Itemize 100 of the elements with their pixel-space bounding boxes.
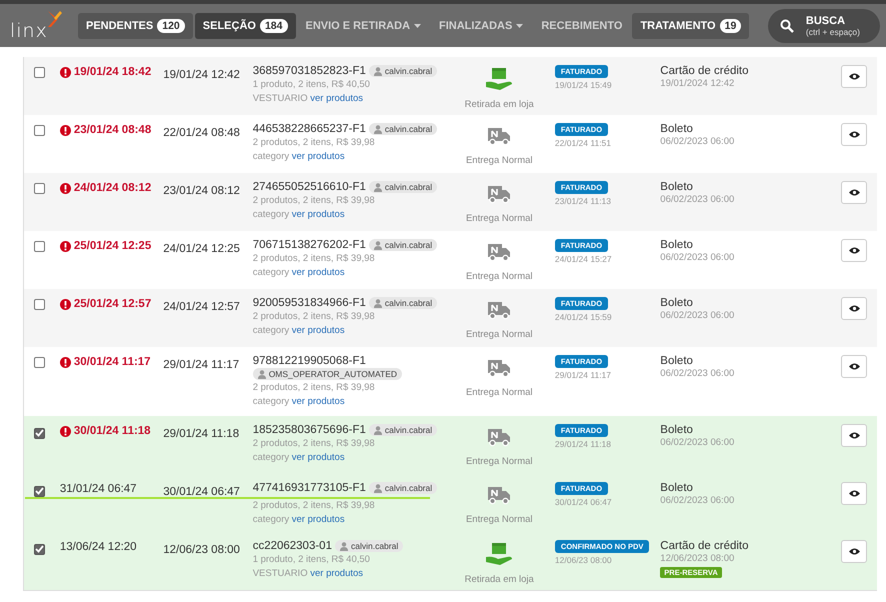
operator-tag: calvin.cabral <box>368 239 438 251</box>
checkbox[interactable] <box>34 125 45 136</box>
view-products-link[interactable]: ver produtos <box>292 514 345 525</box>
delivery-type: Retirada em loja <box>464 99 534 110</box>
checkbox[interactable] <box>34 299 45 310</box>
view-button[interactable] <box>841 540 868 563</box>
view-button[interactable] <box>841 482 868 505</box>
category-text: category <box>252 325 290 336</box>
truck-icon <box>488 358 510 378</box>
payment-date: 06/02/2023 06:00 <box>660 310 734 321</box>
checkbox[interactable] <box>34 241 45 252</box>
view-products-link[interactable]: ver produtos <box>292 452 345 463</box>
checkbox[interactable] <box>34 486 45 496</box>
view-products-link[interactable]: ver produtos <box>292 325 345 336</box>
order-number: 368597031852823-F1 <box>252 65 366 77</box>
status-time: 22/01/24 11:51 <box>554 138 612 148</box>
eye-icon <box>848 548 860 555</box>
view-button[interactable] <box>841 181 868 204</box>
operator-tag: calvin.cabral <box>368 424 438 436</box>
order-summary: 2 produtos, 2 itens, R$ 39,98 <box>252 437 376 450</box>
delivery-type: Entrega Normal <box>466 456 532 467</box>
payment-date: 06/02/2023 06:00 <box>660 368 734 379</box>
status-time: 24/01/24 15:27 <box>554 254 612 264</box>
view-products-link[interactable]: ver produtos <box>310 93 364 104</box>
view-button[interactable] <box>841 355 868 378</box>
created-date: 24/01/24 12:57 <box>163 301 240 313</box>
category-text: category <box>252 209 290 220</box>
nav-tab[interactable]: PENDENTES 120 <box>78 12 193 38</box>
eye-icon <box>848 432 860 439</box>
category-text: category <box>252 514 290 525</box>
user-icon <box>374 182 382 192</box>
checkbox[interactable] <box>34 67 45 78</box>
status-time: 19/01/24 15:49 <box>554 80 612 90</box>
deadline-text: 25/01/24 12:25 <box>74 240 152 252</box>
payment-date: 06/02/2023 06:00 <box>660 495 734 506</box>
payment-date: 19/01/2024 12:42 <box>660 78 734 89</box>
delivery-type: Entrega Normal <box>466 514 532 525</box>
category-text: VESTUARIO <box>252 568 308 579</box>
nav-tab[interactable]: SELEÇÃO 184 <box>194 12 296 38</box>
delivery-type: Entrega Normal <box>466 329 532 340</box>
order-summary: 2 produtos, 2 itens, R$ 39,98 <box>252 499 376 512</box>
view-products-link[interactable]: ver produtos <box>292 209 345 220</box>
order-number: cc22062303-01 <box>252 540 332 552</box>
order-summary: 2 produtos, 2 itens, R$ 39,98 <box>252 194 376 207</box>
deadline-text: 25/01/24 12:57 <box>74 298 152 310</box>
order-summary: 1 produto, 2 itens, R$ 40,50 <box>252 553 371 566</box>
order-summary: 2 produtos, 2 itens, R$ 39,98 <box>252 252 376 265</box>
operator-tag: calvin.cabral <box>368 123 438 135</box>
logo-mark-icon <box>46 10 62 28</box>
user-icon <box>374 298 382 308</box>
deadline-text: 13/06/24 12:20 <box>60 541 137 553</box>
checkbox[interactable] <box>34 183 45 194</box>
category-text: category <box>252 452 290 463</box>
created-date: 19/01/24 12:42 <box>163 69 240 81</box>
payment-method: Boleto <box>660 482 693 494</box>
checkbox[interactable] <box>34 428 45 438</box>
checkbox[interactable] <box>34 357 45 368</box>
delivery-type: Entrega Normal <box>466 213 532 224</box>
delivery-type: Entrega Normal <box>466 387 532 398</box>
operator-tag: calvin.cabral <box>368 297 438 309</box>
order-summary: 2 produtos, 2 itens, R$ 39,98 <box>252 136 376 149</box>
created-date: 30/01/24 06:47 <box>163 486 240 498</box>
view-button[interactable] <box>841 123 868 146</box>
payment-method: Cartão de crédito <box>660 65 749 77</box>
nav-tab[interactable]: TRATAMENTO 19 <box>632 12 750 38</box>
status-time: 23/01/24 11:13 <box>554 196 612 206</box>
delivery-type: Retirada em loja <box>464 574 534 585</box>
payment-method: Boleto <box>660 181 693 193</box>
view-products-link[interactable]: ver produtos <box>292 267 345 278</box>
created-date: 23/01/24 08:12 <box>163 185 240 197</box>
view-products-link[interactable]: ver produtos <box>310 568 364 579</box>
payment-date: 06/02/2023 06:00 <box>660 194 734 205</box>
operator-tag: calvin.cabral <box>368 181 438 193</box>
payment-date: 12/06/2023 08:00 <box>660 553 734 564</box>
truck-icon <box>488 427 510 447</box>
view-products-link[interactable]: ver produtos <box>292 396 345 407</box>
view-button[interactable] <box>841 297 868 320</box>
checkbox[interactable] <box>34 544 45 554</box>
order-number: 978812219905068-F1 <box>252 355 366 367</box>
count-badge: 120 <box>157 18 185 32</box>
user-icon <box>258 370 266 378</box>
status-time: 29/01/24 11:17 <box>554 370 612 380</box>
view-button[interactable] <box>841 424 868 447</box>
operator-tag: calvin.cabral <box>368 65 438 77</box>
created-date: 12/06/23 08:00 <box>163 544 240 556</box>
order-row[interactable] <box>24 532 877 590</box>
view-button[interactable] <box>841 239 868 262</box>
eye-icon <box>848 363 860 370</box>
search-button[interactable]: BUSCA (ctrl + espaço) <box>768 8 880 42</box>
count-badge: 19 <box>720 18 742 32</box>
count-badge: 184 <box>260 18 288 32</box>
order-summary: 2 produtos, 2 itens, R$ 39,98 <box>252 310 376 323</box>
payment-method: Boleto <box>660 355 693 367</box>
status-time: 12/06/23 08:00 <box>554 555 612 565</box>
view-button[interactable] <box>841 65 868 88</box>
order-number: 274655052516610-F1 <box>252 181 366 193</box>
category-text: category <box>252 396 290 407</box>
view-products-link[interactable]: ver produtos <box>292 151 345 162</box>
operator-tag: calvin.cabral <box>334 540 404 552</box>
order-number: 446538228665237-F1 <box>252 123 366 135</box>
